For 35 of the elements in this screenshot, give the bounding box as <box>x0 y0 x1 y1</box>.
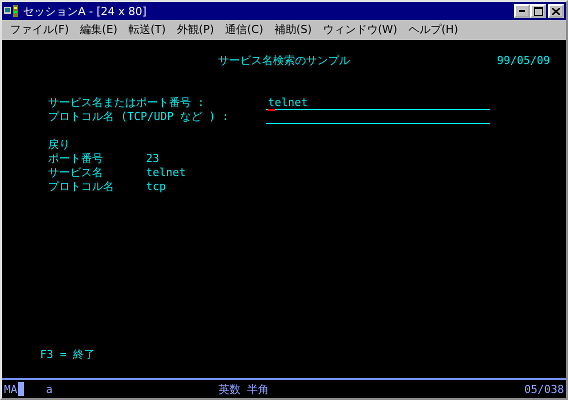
minimize-icon <box>519 10 525 12</box>
screen-date: 99/05/09 <box>497 54 550 68</box>
text-cursor <box>268 109 275 111</box>
menu-item[interactable]: ファイル(F) <box>10 22 69 36</box>
section-heading: 戻り <box>48 138 70 152</box>
minimize-button[interactable] <box>514 4 530 18</box>
menu-item[interactable]: 通信(C) <box>225 22 264 36</box>
function-key-hint: F3 = 終了 <box>40 348 96 362</box>
field-label: サービス名またはポート番号 : <box>48 96 206 110</box>
result-label: プロトコル名 <box>48 180 115 194</box>
result-label: ポート番号 <box>48 152 104 166</box>
result-value: telnet <box>146 166 186 180</box>
result-value: tcp <box>146 180 166 194</box>
window-title: セッションA - [24 x 80] <box>23 4 147 18</box>
close-button[interactable] <box>548 4 564 18</box>
result-label: サービス名 <box>48 166 104 180</box>
menu-item[interactable]: 外観(P) <box>176 22 214 36</box>
input-field[interactable]: telnet <box>266 96 490 110</box>
menu-item[interactable]: 補助(S) <box>274 22 312 36</box>
maximize-icon <box>534 6 542 16</box>
field-label: プロトコル名 (TCP/UDP など ) : <box>48 110 230 124</box>
screen-title: サービス名検索のサンプル <box>218 54 350 68</box>
menu-item[interactable]: ウィンドウ(W) <box>322 22 398 36</box>
app-icon <box>4 5 20 17</box>
menu-item[interactable]: 編集(E) <box>80 22 118 36</box>
maximize-button[interactable] <box>530 4 546 18</box>
input-indicator: a <box>46 382 53 396</box>
cursor-position: 05/038 <box>524 382 564 396</box>
menu-item[interactable]: 転送(T) <box>128 22 166 36</box>
input-mode: 英数 半角 <box>218 382 270 396</box>
close-icon <box>552 8 560 14</box>
session-mode: MA <box>4 382 18 396</box>
result-value: 23 <box>146 152 160 166</box>
cursor-block-icon <box>18 382 24 396</box>
menu-item[interactable]: ヘルプ(H) <box>408 22 458 36</box>
